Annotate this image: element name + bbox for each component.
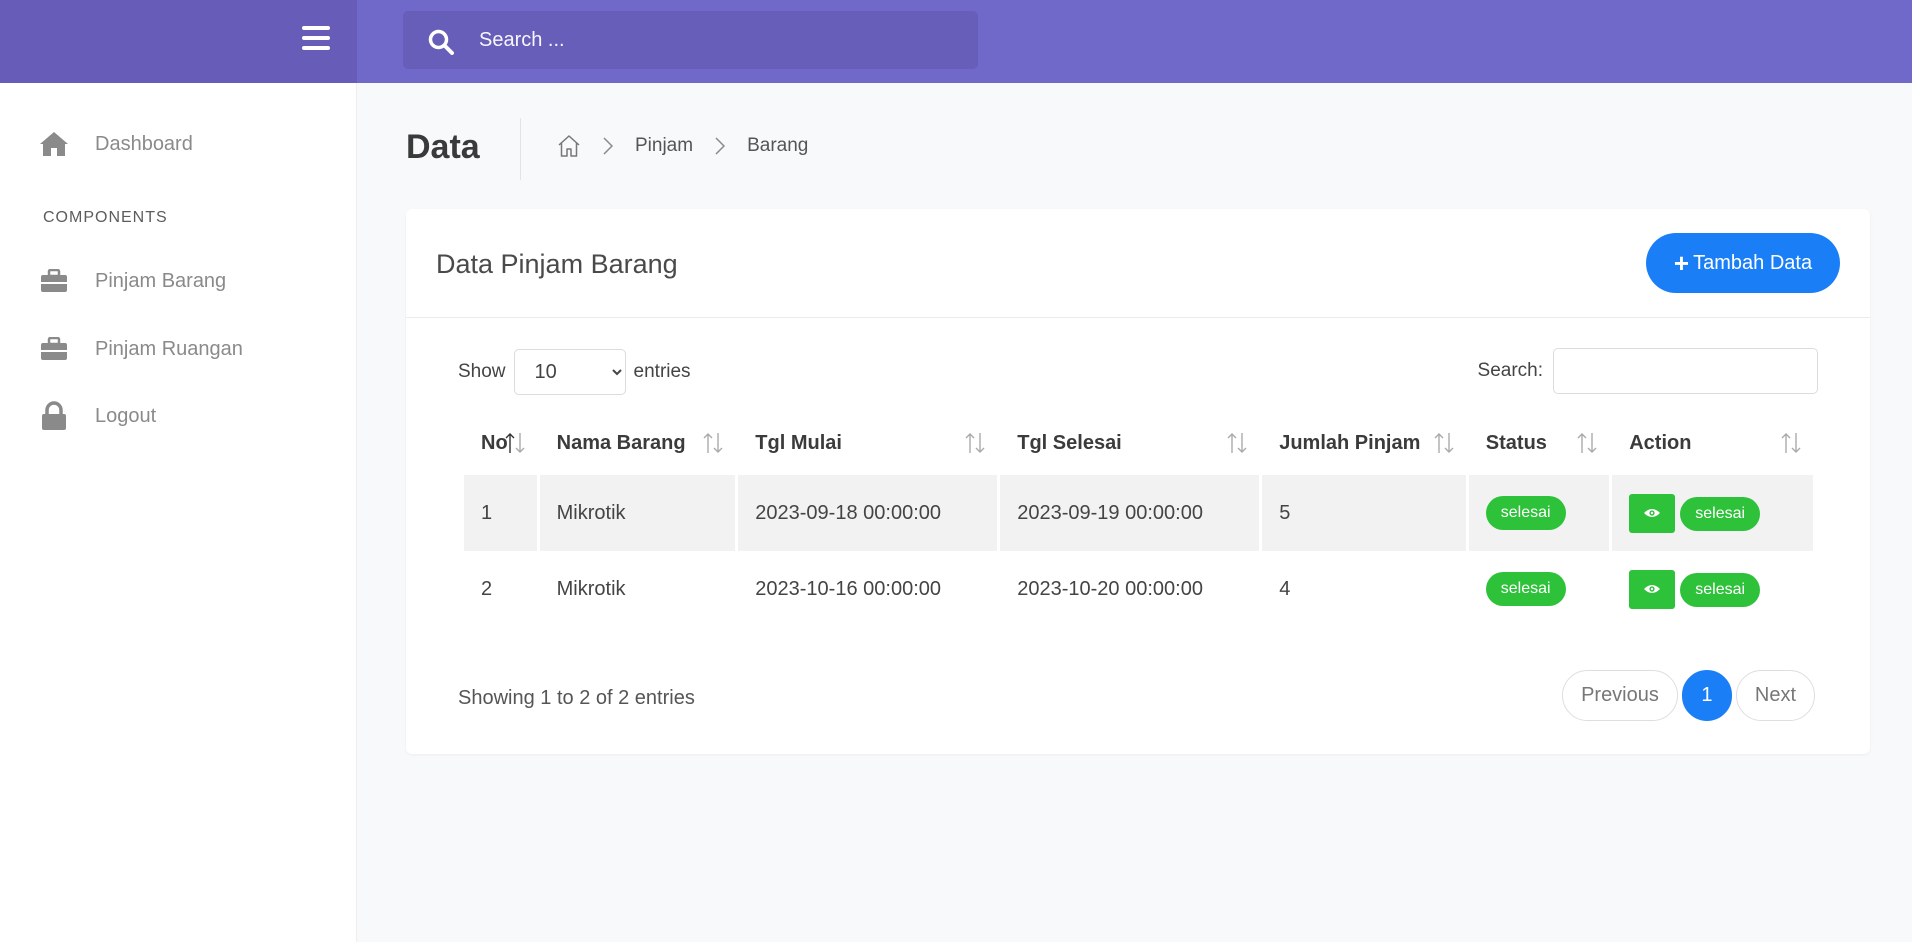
cell-action: selesai — [1612, 475, 1813, 551]
table-info: Showing 1 to 2 of 2 entries — [458, 687, 695, 709]
column-header-no[interactable]: No — [464, 412, 537, 475]
sidebar-section-heading: COMPONENTS — [43, 209, 168, 226]
lock-icon — [38, 401, 70, 431]
sidebar-item-dashboard[interactable]: Dashboard — [38, 124, 193, 164]
table-row: 1 Mikrotik 2023-09-18 00:00:00 2023-09-1… — [464, 475, 1813, 551]
global-search-input[interactable] — [479, 11, 959, 69]
data-card: Data Pinjam Barang + Tambah Data Show 10… — [406, 209, 1870, 754]
page-size-control: Show 10 entries — [458, 349, 691, 395]
page-1-button[interactable]: 1 — [1681, 670, 1732, 721]
sort-icon — [701, 432, 725, 460]
column-header-status[interactable]: Status — [1469, 412, 1609, 475]
column-header-tgl-selesai[interactable]: Tgl Selesai — [1000, 412, 1259, 475]
sidebar-item-pinjam-ruangan[interactable]: Pinjam Ruangan — [38, 329, 243, 369]
cell-status: selesai — [1469, 551, 1609, 627]
sidebar-item-logout[interactable]: Logout — [38, 396, 156, 436]
cell-tgl-mulai: 2023-09-18 00:00:00 — [738, 475, 998, 551]
cell-nama-barang: Mikrotik — [556, 577, 626, 600]
show-label: Show — [458, 361, 506, 382]
table-row: 2 Mikrotik 2023-10-16 00:00:00 2023-10-2… — [464, 551, 1813, 627]
topbar — [357, 0, 1912, 83]
column-label: Tgl Selesai — [1017, 432, 1122, 454]
status-badge: selesai — [1485, 496, 1566, 530]
column-label: Status — [1485, 432, 1547, 454]
chevron-right-icon — [603, 137, 613, 155]
column-header-action[interactable]: Action — [1612, 412, 1813, 475]
next-page-button[interactable]: Next — [1735, 670, 1815, 721]
page-size-select[interactable]: 10 — [513, 349, 626, 395]
brand-area — [0, 0, 357, 83]
card-title: Data Pinjam Barang — [436, 249, 678, 279]
sidebar-item-label: Dashboard — [95, 132, 193, 155]
plus-icon: + — [1673, 247, 1690, 278]
column-header-jumlah-pinjam[interactable]: Jumlah Pinjam — [1262, 412, 1466, 475]
breadcrumb-item: Barang — [747, 135, 809, 156]
view-button[interactable] — [1629, 493, 1676, 533]
sidebar-item-label: Logout — [95, 404, 157, 427]
sort-icon — [1432, 432, 1456, 460]
cell-tgl-selesai: 2023-09-19 00:00:00 — [1000, 475, 1260, 551]
sort-icon — [963, 432, 987, 460]
column-header-tgl-mulai[interactable]: Tgl Mulai — [738, 412, 997, 475]
title-divider — [520, 118, 521, 180]
breadcrumb-item[interactable]: Pinjam — [635, 135, 693, 157]
cell-tgl-selesai: 2023-10-20 00:00:00 — [1017, 577, 1203, 600]
entries-label: entries — [633, 361, 691, 382]
column-label: Action — [1629, 432, 1692, 454]
cell-no: 1 — [464, 475, 537, 551]
table-search-input[interactable] — [1553, 348, 1818, 394]
sidebar-item-label: Pinjam Barang — [95, 269, 227, 292]
sort-icon — [1779, 432, 1803, 460]
card-header: Data Pinjam Barang + Tambah Data — [406, 209, 1870, 318]
action-status-button[interactable]: selesai — [1680, 573, 1761, 608]
previous-page-button[interactable]: Previous — [1562, 670, 1678, 721]
cell-action: selesai — [1612, 551, 1813, 627]
search-label: Search: — [1477, 360, 1543, 381]
briefcase-icon — [38, 337, 70, 361]
search-icon — [428, 29, 454, 60]
briefcase-icon — [38, 269, 70, 293]
view-button[interactable] — [1629, 569, 1676, 609]
chevron-right-icon — [715, 137, 726, 155]
sidebar-item-pinjam-barang[interactable]: Pinjam Barang — [38, 261, 226, 301]
table-header-row: No Nama Barang Tgl Mulai Tgl Selesai Jum… — [464, 412, 1813, 475]
sort-icon — [1575, 432, 1599, 460]
home-icon — [38, 131, 70, 157]
action-status-button[interactable]: selesai — [1680, 497, 1761, 532]
pagination: Previous 1 Next — [1562, 670, 1815, 721]
menu-toggle-icon[interactable] — [302, 26, 330, 52]
cell-nama-barang: Mikrotik — [539, 475, 736, 551]
page-title: Data — [406, 128, 480, 166]
cell-no: 2 — [481, 577, 493, 600]
add-data-label: Tambah Data — [1693, 251, 1813, 274]
eye-icon — [1644, 585, 1661, 593]
home-icon[interactable] — [557, 134, 581, 158]
column-header-nama-barang[interactable]: Nama Barang — [540, 412, 736, 475]
cell-jumlah-pinjam: 4 — [1279, 577, 1291, 600]
sort-icon — [1225, 432, 1249, 460]
cell-status: selesai — [1468, 475, 1610, 551]
sort-icon — [503, 432, 527, 460]
global-search — [403, 11, 978, 69]
eye-icon — [1644, 509, 1661, 517]
cell-jumlah-pinjam: 5 — [1262, 475, 1466, 551]
column-label: Tgl Mulai — [755, 432, 842, 454]
add-data-button[interactable]: + Tambah Data — [1646, 233, 1840, 293]
status-badge: selesai — [1485, 572, 1566, 606]
table-search: Search: — [1478, 348, 1818, 394]
column-label: Nama Barang — [556, 432, 686, 454]
data-table: No Nama Barang Tgl Mulai Tgl Selesai Jum… — [461, 412, 1816, 627]
sidebar-item-label: Pinjam Ruangan — [95, 337, 243, 360]
cell-tgl-mulai: 2023-10-16 00:00:00 — [755, 577, 941, 600]
breadcrumb: Pinjam Barang — [557, 134, 808, 158]
column-label: Jumlah Pinjam — [1279, 432, 1421, 454]
sidebar: Dashboard COMPONENTS Pinjam Barang Pinja… — [0, 83, 357, 942]
